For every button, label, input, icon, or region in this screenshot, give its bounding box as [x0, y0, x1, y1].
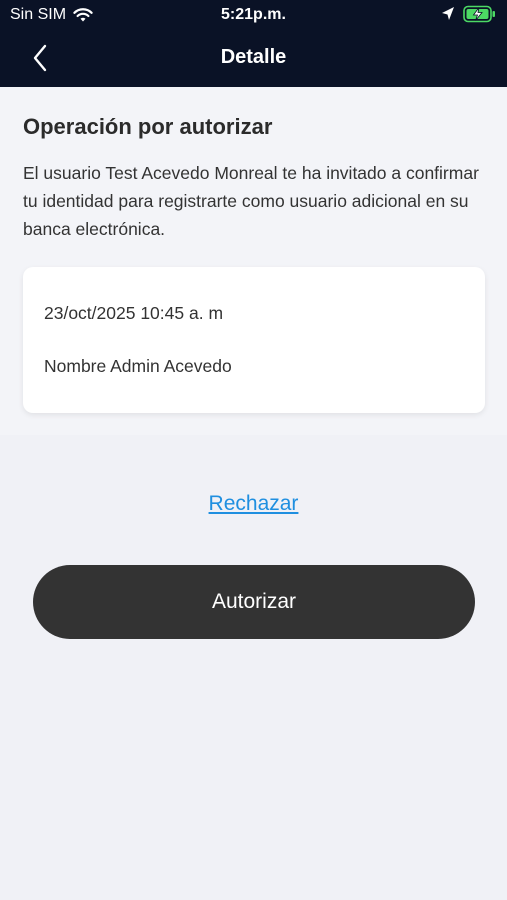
- navigation-bar: Detalle: [0, 30, 507, 87]
- battery-charging-icon: [463, 5, 495, 23]
- status-right-icons: [441, 5, 497, 23]
- location-arrow-icon: [442, 7, 454, 20]
- operation-section: Operación por autorizar El usuario Test …: [0, 87, 507, 435]
- operation-details-card: 23/oct/2025 10:45 a. m Nombre Admin Acev…: [23, 267, 485, 413]
- operation-heading: Operación por autorizar: [23, 114, 273, 139]
- operation-name: Nombre Admin Acevedo: [44, 356, 232, 376]
- operation-date: 23/oct/2025 10:45 a. m: [44, 303, 224, 323]
- app-header: Sin SIM 5:21p.m. Detalle: [0, 0, 507, 87]
- operation-description: El usuario Test Acevedo Monreal te ha in…: [23, 163, 479, 239]
- status-bar: Sin SIM 5:21p.m.: [0, 0, 507, 30]
- status-time: 5:21p.m.: [221, 6, 286, 23]
- reject-link[interactable]: Rechazar: [0, 492, 507, 516]
- authorize-button[interactable]: Autorizar: [33, 565, 475, 639]
- page-title: Detalle: [220, 46, 287, 68]
